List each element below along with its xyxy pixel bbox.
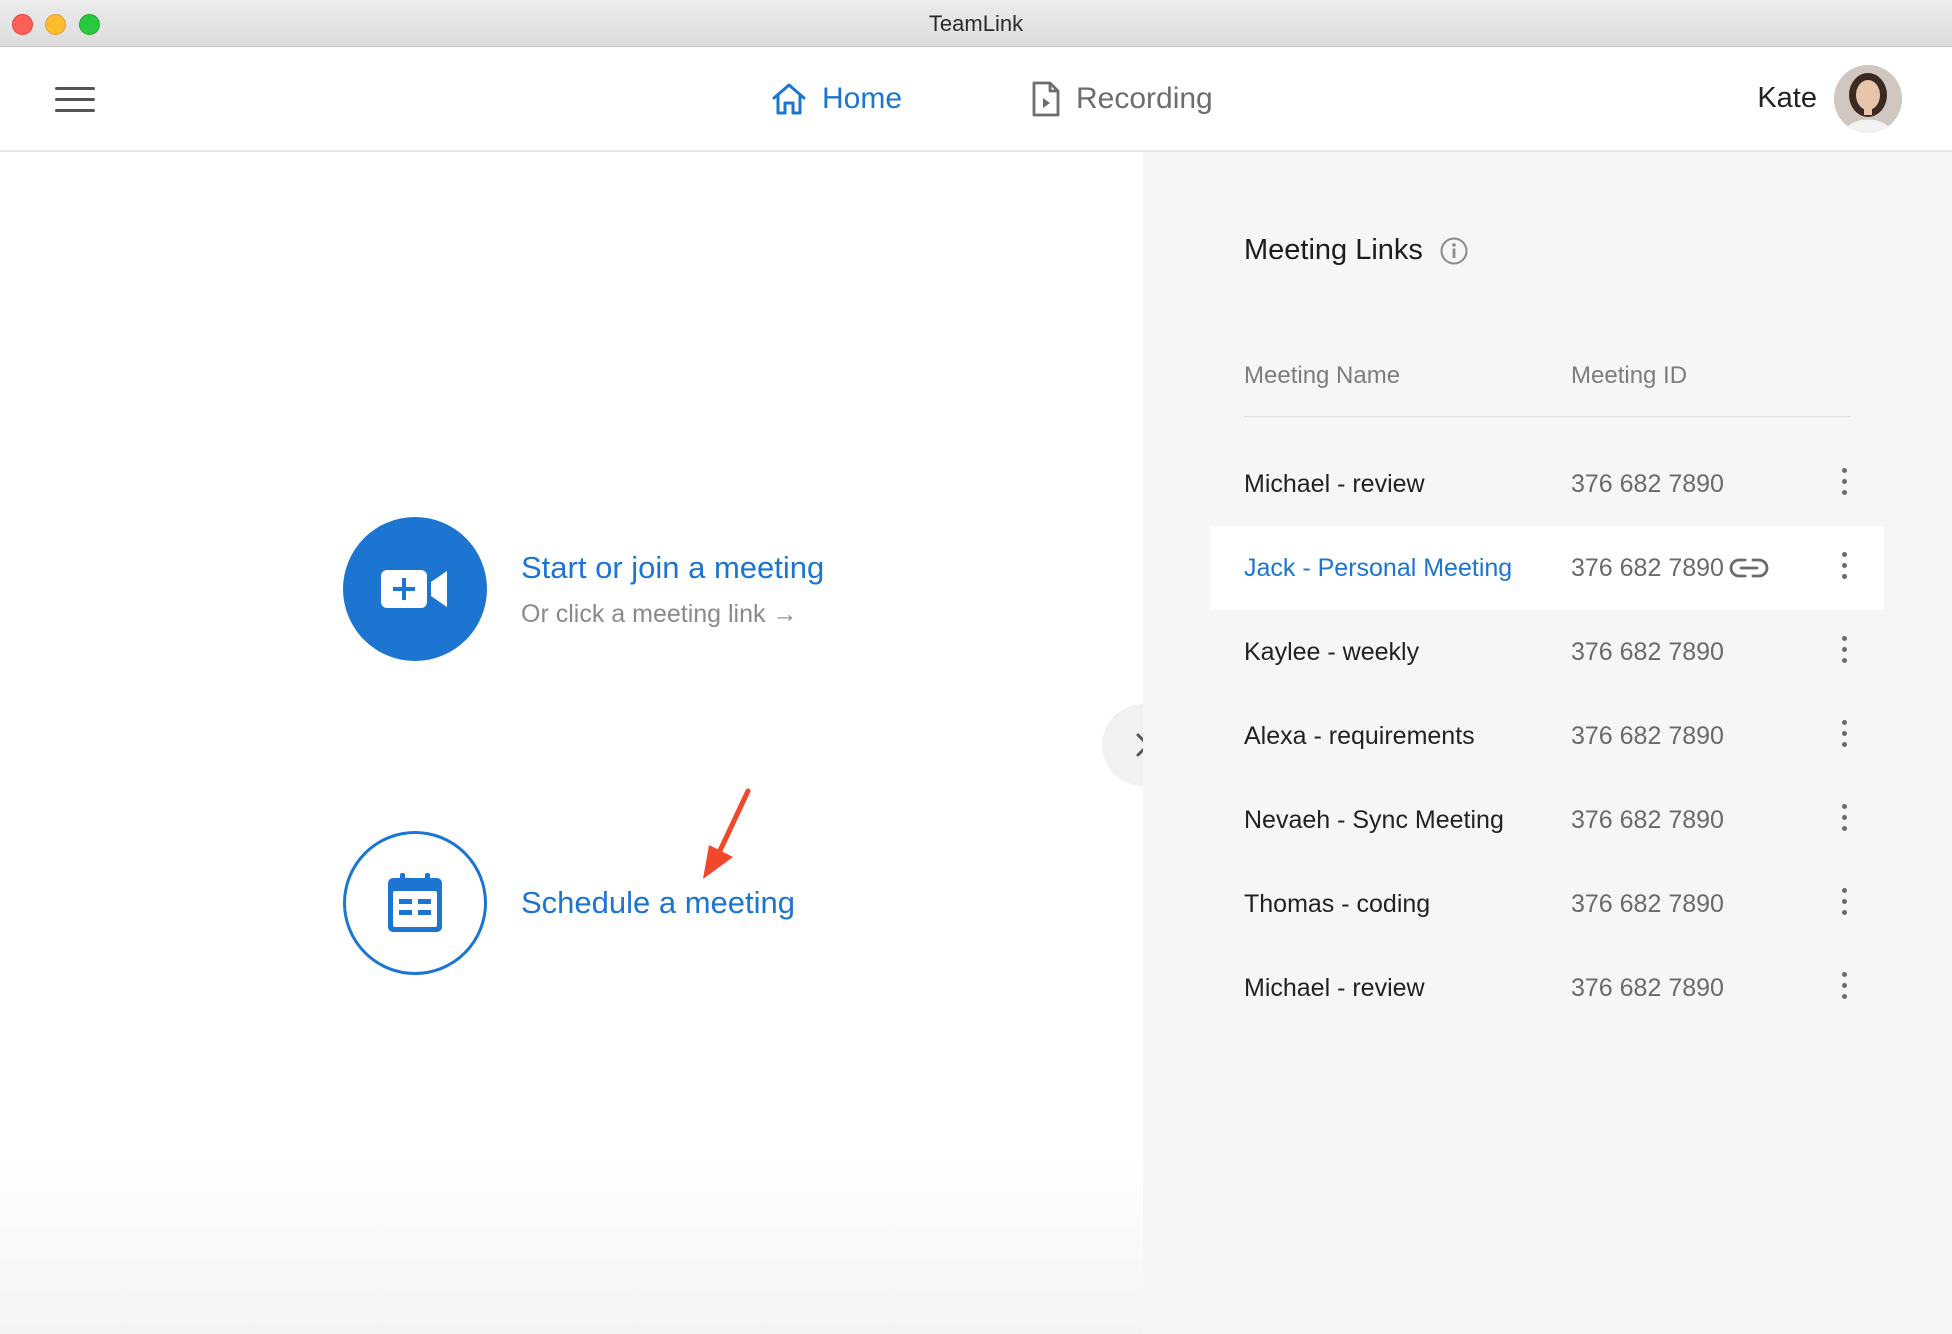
- table-row[interactable]: Kaylee - weekly 376 682 7890: [1210, 610, 1884, 694]
- meeting-id: 376 682 7890: [1571, 554, 1724, 582]
- table-row[interactable]: Alexa - requirements 376 682 7890: [1210, 694, 1884, 778]
- meeting-name: Thomas - coding: [1244, 890, 1431, 918]
- user-avatar-icon: [1834, 65, 1902, 133]
- info-icon[interactable]: [1439, 236, 1469, 266]
- calendar-icon: [388, 873, 442, 932]
- tab-recording-label: Recording: [1076, 81, 1213, 115]
- meeting-links-panel: Meeting Links Meeting Name Meeting ID Mi…: [1143, 152, 1952, 1334]
- meeting-link-hint: Or click a meeting link →: [521, 599, 798, 628]
- meeting-name: Nevaeh - Sync Meeting: [1244, 806, 1504, 834]
- tab-home[interactable]: Home: [770, 47, 902, 150]
- meeting-links-list: Michael - review 376 682 7890 Jack - Per…: [1210, 442, 1884, 1030]
- more-options-icon[interactable]: [1838, 720, 1850, 752]
- meeting-name: Alexa - requirements: [1244, 722, 1475, 750]
- meeting-name: Michael - review: [1244, 974, 1425, 1002]
- column-header-meeting-id: Meeting ID: [1571, 362, 1688, 389]
- video-camera-plus-icon: [381, 570, 447, 608]
- user-name: Kate: [1757, 82, 1817, 114]
- annotation-arrow-icon: [703, 788, 751, 879]
- home-icon: [772, 83, 806, 114]
- table-row[interactable]: Nevaeh - Sync Meeting 376 682 7890: [1210, 778, 1884, 862]
- more-options-icon[interactable]: [1838, 804, 1850, 836]
- table-row[interactable]: Michael - review 376 682 7890: [1210, 442, 1884, 526]
- start-meeting-button[interactable]: [343, 517, 487, 661]
- header-divider: [1244, 416, 1851, 417]
- meeting-id: 376 682 7890: [1571, 470, 1724, 498]
- copy-link-icon[interactable]: [1729, 556, 1769, 580]
- schedule-meeting-title[interactable]: Schedule a meeting: [521, 885, 795, 921]
- meeting-id: 376 682 7890: [1571, 806, 1724, 834]
- more-options-icon[interactable]: [1838, 552, 1850, 584]
- home-main-area: Start or join a meeting Or click a meeti…: [0, 152, 1143, 1334]
- more-options-icon[interactable]: [1838, 468, 1850, 500]
- more-options-icon[interactable]: [1838, 888, 1850, 920]
- column-header-meeting-name: Meeting Name: [1244, 362, 1401, 389]
- more-options-icon[interactable]: [1838, 636, 1850, 668]
- more-options-icon[interactable]: [1838, 972, 1850, 1004]
- table-row[interactable]: Thomas - coding 376 682 7890: [1210, 862, 1884, 946]
- meeting-id: 376 682 7890: [1571, 974, 1724, 1002]
- start-join-meeting-action[interactable]: Start or join a meeting Or click a meeti…: [343, 517, 824, 661]
- table-row[interactable]: Jack - Personal Meeting 376 682 7890: [1210, 526, 1884, 610]
- meeting-id: 376 682 7890: [1571, 638, 1724, 666]
- tab-recording[interactable]: Recording: [1030, 47, 1213, 150]
- panel-title: Meeting Links: [1244, 234, 1469, 267]
- app-header: Home Recording Kate: [0, 47, 1952, 152]
- meeting-links-title: Meeting Links: [1244, 234, 1423, 266]
- window-titlebar: TeamLink: [0, 0, 1952, 47]
- meeting-name: Jack - Personal Meeting: [1244, 554, 1513, 582]
- meeting-id: 376 682 7890: [1571, 722, 1724, 750]
- window-title: TeamLink: [928, 11, 1024, 36]
- start-meeting-title[interactable]: Start or join a meeting: [521, 550, 824, 586]
- tab-home-label: Home: [822, 81, 903, 115]
- recording-file-icon: [1032, 81, 1060, 116]
- schedule-meeting-button[interactable]: [343, 831, 487, 975]
- avatar[interactable]: [1834, 65, 1902, 133]
- meeting-id: 376 682 7890: [1571, 890, 1724, 918]
- table-row[interactable]: Michael - review 376 682 7890: [1210, 946, 1884, 1030]
- meeting-name: Kaylee - weekly: [1244, 638, 1420, 666]
- hamburger-menu-icon[interactable]: [55, 87, 95, 113]
- meeting-name: Michael - review: [1244, 470, 1425, 498]
